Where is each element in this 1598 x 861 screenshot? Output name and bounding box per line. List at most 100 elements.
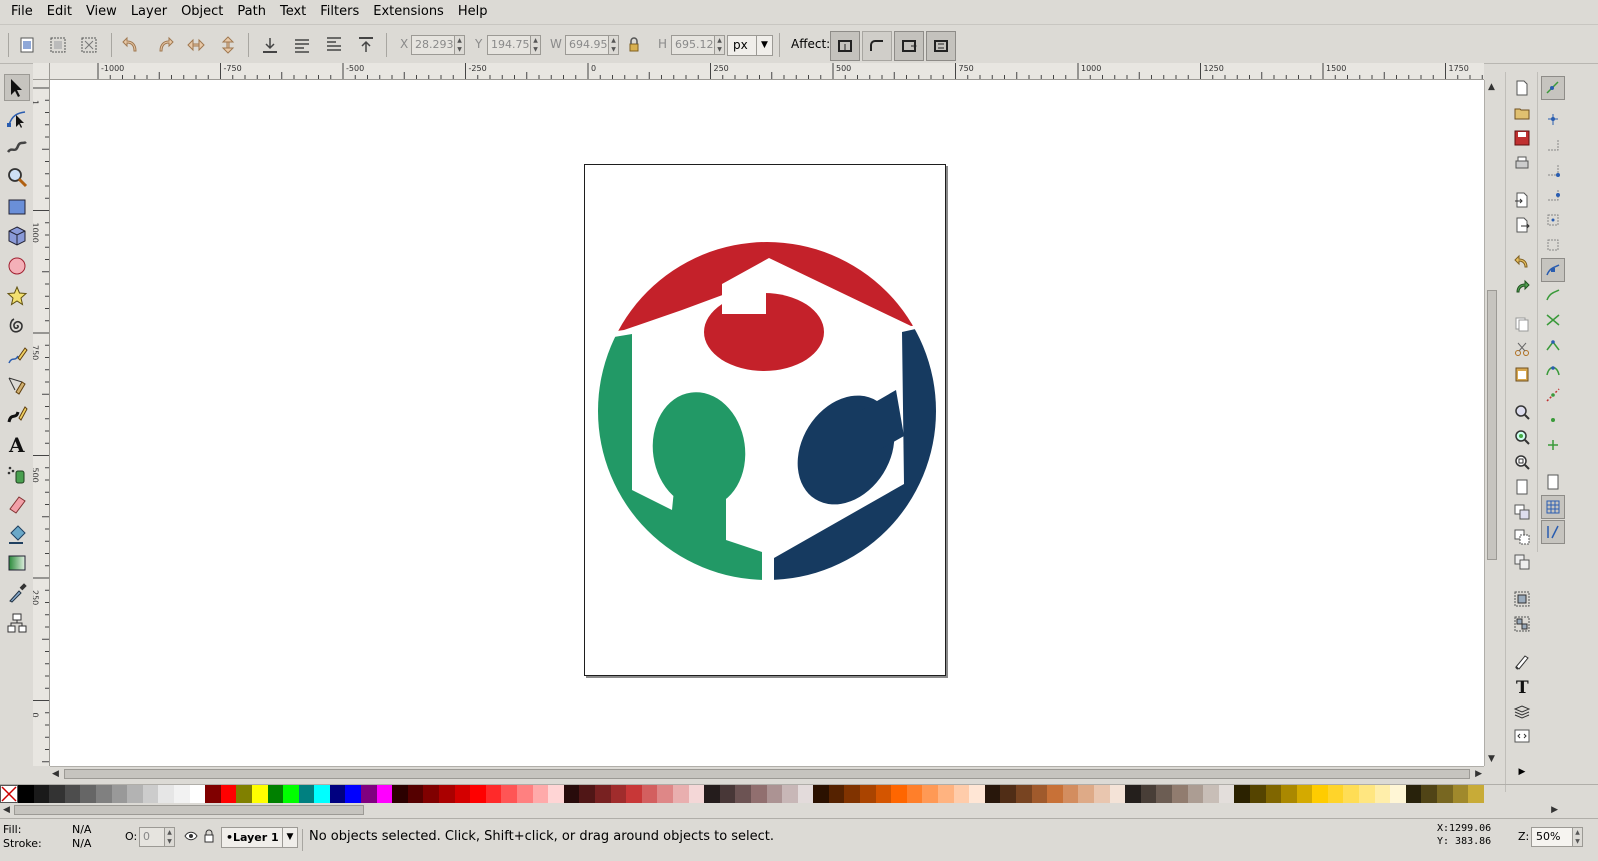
menu-edit[interactable]: Edit [40,0,79,24]
select-all-layers-button[interactable] [45,32,71,58]
zoom-spinner[interactable]: ▲ ▼ [1573,827,1583,847]
new-document-button[interactable] [1510,76,1534,100]
copy-button[interactable] [1510,312,1534,336]
text-tool[interactable]: A [4,430,30,457]
scroll-right-icon[interactable]: ▶ [1551,805,1558,815]
color-swatch[interactable] [220,785,237,803]
snap-smooth-nodes-button[interactable] [1541,358,1565,382]
color-swatch[interactable] [283,785,299,803]
color-swatch[interactable] [1218,785,1235,803]
move-patterns-button[interactable] [926,31,956,61]
more-commands-button[interactable]: ▶ [1510,760,1534,784]
scroll-left-icon[interactable]: ◀ [52,769,59,779]
snap-cusp-nodes-button[interactable] [1541,333,1565,357]
color-swatch[interactable] [704,785,720,803]
color-swatch[interactable] [18,785,34,803]
color-swatch[interactable] [657,785,673,803]
color-swatch[interactable] [813,785,829,803]
color-swatch[interactable] [844,785,861,803]
color-swatch[interactable] [64,785,81,803]
color-swatch[interactable] [127,785,143,803]
color-swatch[interactable] [376,785,393,803]
h-spinner[interactable]: ▲ ▼ [715,35,725,55]
tweak-tool[interactable] [4,133,30,160]
menu-file[interactable]: File [4,0,40,24]
vertical-scroll-thumb[interactable] [1487,290,1497,560]
scale-stroke-button[interactable] [830,31,860,61]
snap-bbox-button[interactable] [1541,108,1565,132]
snap-bbox-center-button[interactable] [1541,208,1565,232]
zoom-page-width-button[interactable] [1510,475,1534,499]
color-swatch[interactable] [1437,785,1453,803]
color-swatch[interactable] [361,785,377,803]
h-field[interactable]: 695.122 [671,35,721,55]
color-swatch[interactable] [485,785,502,803]
calligraphy-tool[interactable] [4,401,30,428]
palette-scroll-thumb[interactable] [14,805,364,815]
import-button[interactable] [1510,188,1534,212]
color-swatch[interactable] [236,785,252,803]
snap-grids-button[interactable] [1541,495,1565,519]
color-swatch[interactable] [142,785,159,803]
color-swatch[interactable] [548,785,564,803]
paste-button[interactable] [1510,362,1534,386]
print-button[interactable] [1510,151,1534,175]
color-swatch[interactable] [33,785,50,803]
color-swatch[interactable] [860,785,876,803]
invert-selection-button[interactable] [76,32,102,58]
drawing-canvas[interactable] [50,80,1484,766]
save-button[interactable] [1510,126,1534,150]
color-swatch[interactable] [672,785,689,803]
color-swatch[interactable] [938,785,954,803]
zoom-selection-button[interactable] [1510,400,1534,424]
star-tool[interactable] [4,282,30,309]
w-field[interactable]: 694.957 [565,35,615,55]
color-swatch[interactable] [1125,785,1141,803]
lock-ratio-button[interactable] [623,32,645,58]
color-swatch[interactable] [392,785,408,803]
opacity-spinner[interactable]: ▲ ▼ [165,827,175,847]
color-swatch[interactable] [1171,785,1188,803]
fill-stroke-button[interactable] [1510,649,1534,673]
unlink-clone-button[interactable] [1510,550,1534,574]
color-swatch[interactable] [267,785,284,803]
color-swatch[interactable] [189,785,206,803]
color-swatch[interactable] [626,785,642,803]
pencil-tool[interactable] [4,341,30,368]
color-swatch[interactable] [1281,785,1297,803]
color-swatch[interactable] [782,785,798,803]
xml-editor-button[interactable] [1510,724,1534,748]
color-swatch[interactable] [1405,785,1422,803]
color-swatch[interactable] [1062,785,1079,803]
color-swatch[interactable] [906,785,923,803]
clone-button[interactable] [1510,525,1534,549]
color-swatch[interactable] [298,785,315,803]
color-swatch[interactable] [1452,785,1469,803]
color-swatch[interactable] [439,785,455,803]
snap-object-centers-button[interactable] [1541,408,1565,432]
lower-to-bottom-button[interactable] [257,32,283,58]
rotate-ccw-button[interactable] [119,32,145,58]
snap-path-intersections-button[interactable] [1541,308,1565,332]
redo-button[interactable] [1510,275,1534,299]
color-swatch[interactable] [735,785,751,803]
color-swatch[interactable] [1390,785,1406,803]
scroll-left-icon[interactable]: ◀ [3,805,10,815]
spray-tool[interactable] [4,460,30,487]
color-swatch[interactable] [1093,785,1110,803]
color-swatch[interactable] [1203,785,1219,803]
move-gradients-button[interactable] [894,31,924,61]
color-swatch[interactable] [579,785,595,803]
color-swatch[interactable] [922,785,939,803]
snap-bbox-edge-button[interactable] [1541,133,1565,157]
color-swatch[interactable] [314,785,330,803]
horizontal-ruler[interactable]: -1000 -750 -500 -250 0 250 500 750 1000 1250 1500 1… [50,63,1484,80]
snap-bbox-midpoint-button[interactable] [1541,183,1565,207]
unit-select[interactable]: px ▼ [727,35,773,56]
menu-help[interactable]: Help [451,0,495,24]
snap-toggle-button[interactable] [1541,76,1565,100]
color-swatch[interactable] [1296,785,1313,803]
color-swatch[interactable] [423,785,440,803]
eraser-tool[interactable] [4,490,30,517]
y-spinner[interactable]: ▲ ▼ [531,35,541,55]
